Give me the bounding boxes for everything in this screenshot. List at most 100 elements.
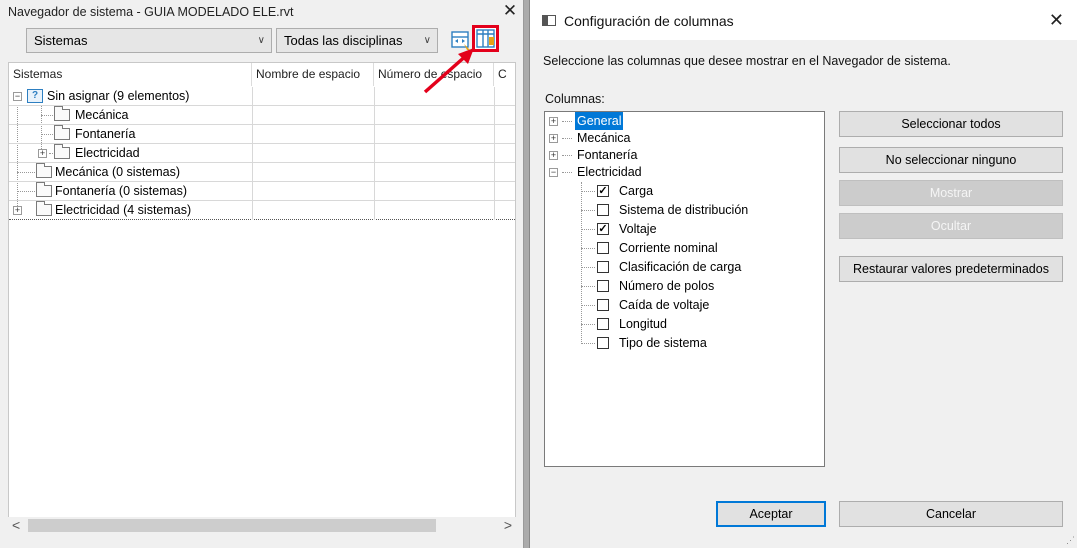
column-separator — [374, 201, 375, 220]
dialog-title: Configuración de columnas — [564, 13, 734, 29]
tree-connector — [562, 155, 572, 156]
column-option-label: Corriente nominal — [619, 241, 718, 255]
column-separator — [494, 106, 495, 125]
column-settings-dialog: Configuración de columnas ✕ Seleccione l… — [529, 0, 1077, 548]
column-option-label: Voltaje — [619, 222, 657, 236]
checkbox-checked[interactable]: ✓ — [597, 223, 609, 235]
tree-connector — [581, 182, 582, 344]
horizontal-scrollbar[interactable]: < > — [8, 517, 516, 534]
tree-connector — [581, 210, 595, 211]
tree-row-electrical-unassigned[interactable]: + Electricidad — [9, 144, 515, 163]
resize-grip-icon[interactable]: ⋰ — [1066, 535, 1075, 546]
tree-connector — [581, 248, 595, 249]
tree-connector — [581, 229, 595, 230]
checkbox-unchecked[interactable] — [597, 242, 609, 254]
window-icon — [542, 15, 556, 26]
system-tree-grid: Sistemas Nombre de espacio Número de esp… — [8, 62, 516, 518]
dialog-close-button[interactable]: ✕ — [1049, 10, 1064, 31]
column-separator — [494, 201, 495, 220]
tree-row-mechanical[interactable]: Mecánica (0 sistemas) — [9, 163, 515, 182]
red-pointer-arrow-icon — [423, 48, 474, 94]
checkbox-unchecked[interactable] — [597, 299, 609, 311]
checkbox-checked[interactable]: ✓ — [597, 185, 609, 197]
checkbox-unchecked[interactable] — [597, 204, 609, 216]
tree-connector — [562, 121, 572, 122]
folder-icon — [54, 144, 70, 159]
column-header-space-name[interactable]: Nombre de espacio — [252, 63, 374, 86]
column-separator — [374, 144, 375, 163]
checkbox-unchecked[interactable] — [597, 318, 609, 330]
tree-node-label: Electricidad — [577, 165, 642, 179]
column-separator — [494, 87, 495, 106]
column-option-label: Tipo de sistema — [619, 336, 707, 350]
tree-node-label: Mecánica — [577, 131, 631, 145]
folder-icon — [54, 106, 70, 121]
tree-row-label: Mecánica (0 sistemas) — [55, 165, 181, 179]
expand-icon[interactable]: + — [13, 206, 22, 215]
tree-connector — [581, 305, 595, 306]
cancel-button[interactable]: Cancelar — [839, 501, 1063, 527]
column-separator — [252, 182, 253, 201]
column-separator — [494, 163, 495, 182]
tree-row-electrical[interactable]: + Electricidad (4 sistemas) — [9, 201, 515, 220]
checkbox-unchecked[interactable] — [597, 337, 609, 349]
column-header-systems[interactable]: Sistemas — [9, 63, 252, 86]
systems-dropdown-value: Sistemas — [34, 33, 88, 48]
tree-connector — [581, 267, 595, 268]
dialog-instruction: Seleccione las columnas que desee mostra… — [543, 54, 951, 68]
tree-connector — [581, 343, 595, 344]
tree-connector — [562, 138, 572, 139]
tree-row-label: Fontanería — [75, 127, 136, 141]
restore-defaults-button[interactable]: Restaurar valores predeterminados — [839, 256, 1063, 282]
collapse-icon[interactable]: − — [549, 168, 558, 177]
checkbox-unchecked[interactable] — [597, 261, 609, 273]
checkbox-unchecked[interactable] — [597, 280, 609, 292]
tree-connector — [581, 191, 595, 192]
scroll-left-arrow-icon[interactable]: < — [12, 517, 20, 533]
tree-row-label: Electricidad (4 sistemas) — [55, 203, 192, 217]
tree-connector — [581, 324, 595, 325]
column-separator — [374, 87, 375, 106]
expand-icon[interactable]: + — [549, 151, 558, 160]
hide-button[interactable]: Ocultar — [839, 213, 1063, 239]
show-button[interactable]: Mostrar — [839, 180, 1063, 206]
column-separator — [374, 125, 375, 144]
tree-row-label: Sin asignar (9 elementos) — [47, 89, 190, 103]
system-browser-panel: Navegador de sistema - GUIA MODELADO ELE… — [0, 0, 524, 548]
select-none-button[interactable]: No seleccionar ninguno — [839, 147, 1063, 173]
tree-row-plumbing-unassigned[interactable]: Fontanería — [9, 125, 515, 144]
column-separator — [374, 106, 375, 125]
systems-dropdown[interactable]: Sistemas ∨ — [26, 28, 272, 53]
folder-icon — [36, 182, 52, 197]
unassigned-folder-icon: ? — [27, 89, 43, 103]
tree-connector — [562, 172, 572, 173]
column-separator — [252, 125, 253, 144]
disciplines-dropdown-value: Todas las disciplinas — [284, 33, 403, 48]
column-option-label: Longitud — [619, 317, 667, 331]
column-option-label: Clasificación de carga — [619, 260, 742, 274]
column-separator — [252, 201, 253, 220]
tree-row-label: Fontanería (0 sistemas) — [55, 184, 187, 198]
expand-icon[interactable]: + — [549, 117, 558, 126]
scrollbar-thumb[interactable] — [28, 519, 436, 532]
tree-row-plumbing[interactable]: Fontanería (0 sistemas) — [9, 182, 515, 201]
accept-button[interactable]: Aceptar — [716, 501, 826, 527]
panel-close-button[interactable]: ✕ — [500, 2, 520, 20]
column-separator — [374, 182, 375, 201]
column-option-label: Carga — [619, 184, 654, 198]
collapse-icon[interactable]: − — [13, 92, 22, 101]
column-separator — [252, 163, 253, 182]
folder-icon — [36, 163, 52, 178]
column-option-label: Número de polos — [619, 279, 715, 293]
column-separator — [252, 87, 253, 106]
panel-title: Navegador de sistema - GUIA MODELADO ELE… — [8, 5, 294, 19]
select-all-button[interactable]: Seleccionar todos — [839, 111, 1063, 137]
column-header-more[interactable]: C — [494, 63, 515, 86]
tree-row-label: Electricidad — [75, 146, 140, 160]
expand-icon[interactable]: + — [549, 134, 558, 143]
scroll-right-arrow-icon[interactable]: > — [504, 517, 512, 533]
expand-icon[interactable]: + — [38, 149, 47, 158]
tree-row-mechanical-unassigned[interactable]: Mecánica — [9, 106, 515, 125]
disciplines-dropdown[interactable]: Todas las disciplinas ∨ — [276, 28, 438, 53]
folder-icon — [54, 125, 70, 140]
